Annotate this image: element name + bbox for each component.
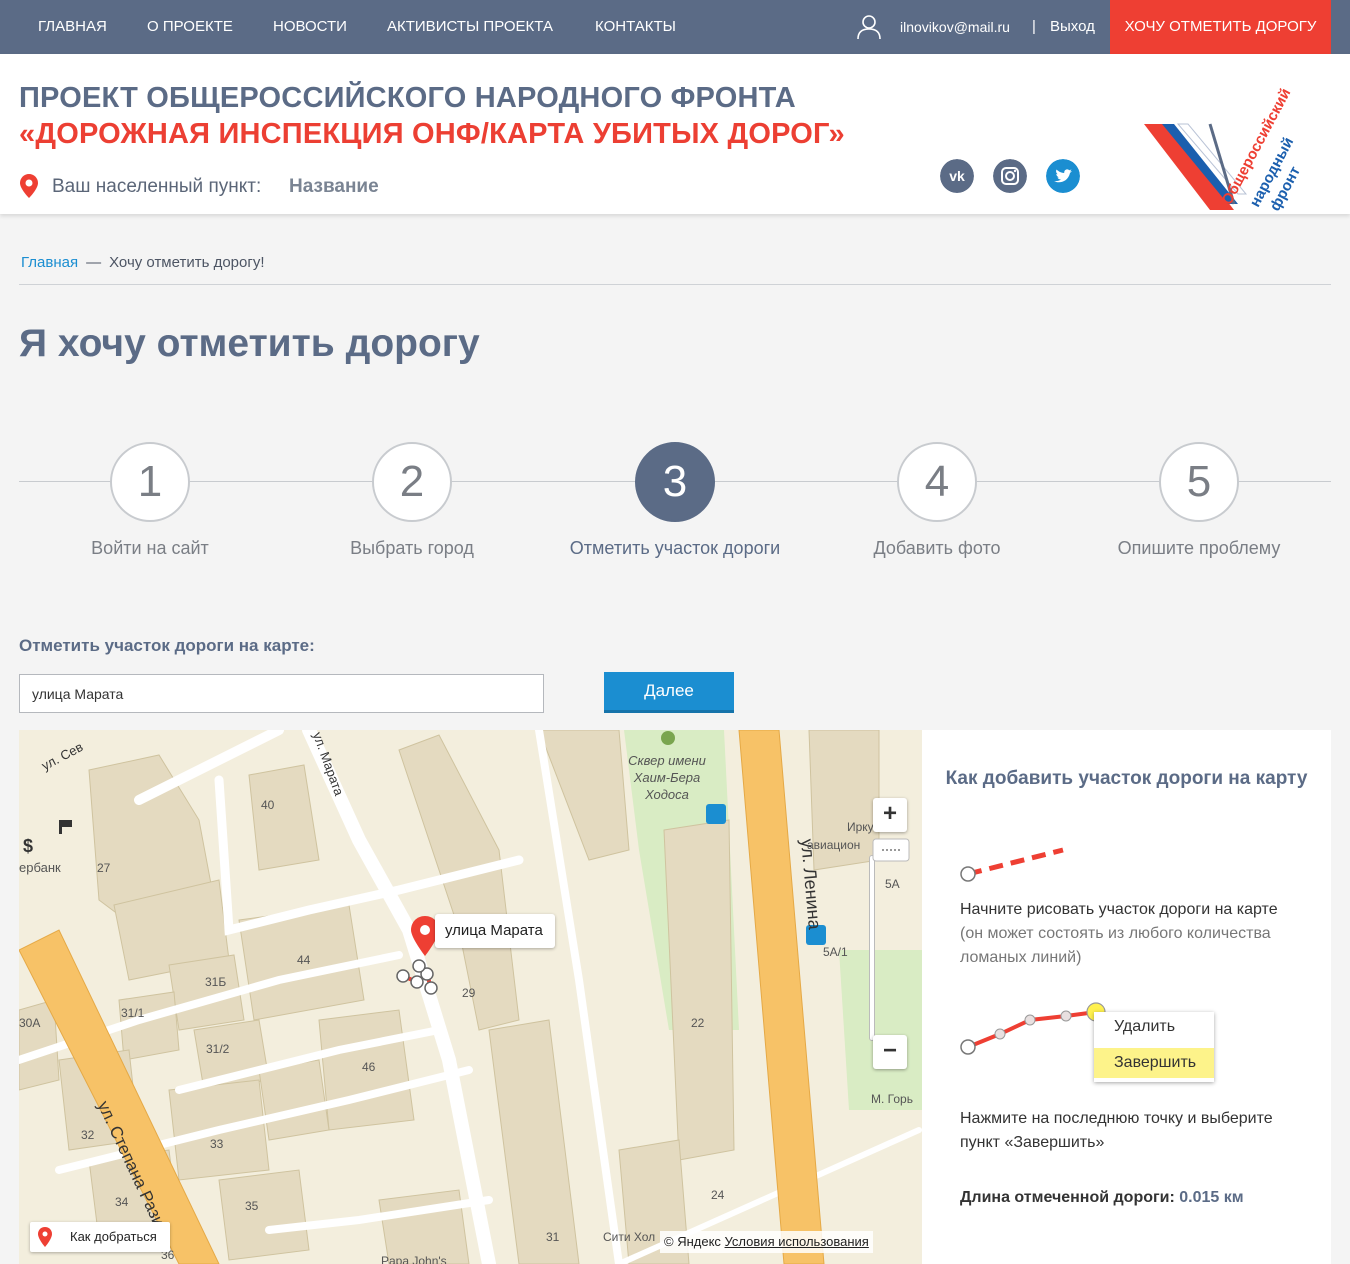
nav-separator: | [1032,18,1036,35]
dashed-line-illustration-icon [960,847,1064,882]
step-3-active[interactable]: 3 Отметить участок дороги [565,442,785,559]
help-text-step1: Начните рисовать участок дороги на карте… [960,898,1300,970]
map-label-gorky: М. Горь [871,1092,913,1106]
copyright-text: © Яндекс [664,1234,721,1249]
house-number: 35 [245,1199,259,1213]
onf-logo: Общероссийский народный фронт [1144,86,1304,214]
route-button-label: Как добраться [70,1229,157,1244]
road-length-value: 0.015 км [1179,1189,1244,1206]
house-number: 31/1 [121,1006,145,1020]
user-email[interactable]: ilnovikov@mail.ru [900,0,1010,54]
location-label: Ваш населенный пункт: [52,176,262,197]
map-label-sity: Сити Хол [603,1230,656,1244]
page-title: Я хочу отметить дорогу [19,322,480,365]
context-menu-illustration: Удалить Завершить [1094,1012,1214,1082]
step-number: 1 [110,442,190,522]
step-4[interactable]: 4 Добавить фото [827,442,1047,559]
breadcrumb-current: Хочу отметить дорогу! [109,254,265,271]
help-title: Как добавить участок дороги на карту [945,768,1308,789]
step-number: 5 [1159,442,1239,522]
map-label-avia: авиацион [807,838,861,852]
route-pin-icon [38,1227,52,1247]
map-label-irk: Ирку [847,820,874,834]
step-5[interactable]: 5 Опишите проблему [1089,442,1309,559]
context-menu-delete: Удалить [1114,1018,1176,1035]
help-text-step1-main: Начните рисовать участок дороги на карте [960,901,1278,918]
step-label: Выбрать город [350,538,474,558]
map-copyright: © Яндекс Условия использования [660,1231,873,1253]
zoom-out-button[interactable]: − [873,1035,907,1069]
house-number: 5А [885,877,900,891]
house-number: 40 [261,798,275,812]
nav-item-news[interactable]: Новости [273,0,347,54]
nav-item-home[interactable]: Главная [38,0,107,54]
nav-item-activists[interactable]: Активисты проекта [387,0,553,54]
top-navigation: Главная О проекте Новости Активисты прое… [0,0,1350,54]
polyline-illustration-icon [960,1002,1106,1055]
breadcrumb: Главная — Хочу отметить дорогу! [21,254,264,271]
location-selector[interactable]: Название [289,176,379,198]
breadcrumb-home-link[interactable]: Главная [21,254,78,271]
address-search-input[interactable] [19,674,544,713]
breadcrumb-dash: — [86,254,102,271]
instagram-icon[interactable] [993,159,1027,193]
vk-icon[interactable]: vk [940,159,974,193]
house-number: 30А [19,1016,41,1030]
logout-link[interactable]: Выход [1050,0,1095,54]
house-number: 46 [362,1060,376,1074]
step-label: Добавить фото [873,538,1001,558]
house-number: 31/2 [206,1042,230,1056]
terms-link[interactable]: Условия использования [725,1234,869,1249]
map-section-label: Отметить участок дороги на карте: [19,636,315,655]
location-pin-icon [20,174,38,198]
nav-item-about[interactable]: О проекте [147,0,233,54]
twitter-icon[interactable] [1046,159,1080,193]
house-number: 44 [297,953,311,967]
house-number: 33 [210,1137,224,1151]
help-sidebar: Как добавить участок дороги на карту Нач… [922,730,1331,1264]
next-button[interactable]: Далее [604,672,734,713]
road-length-label: Длина отмеченной дороги: [960,1189,1175,1206]
step-number: 2 [372,442,452,522]
svg-text:$: $ [23,836,33,856]
road-length: Длина отмеченной дороги: 0.015 км [960,1189,1244,1207]
step-number: 4 [897,442,977,522]
step-label: Войти на сайт [91,538,209,558]
zoom-slider-track[interactable] [869,855,875,1041]
user-icon [857,15,881,40]
house-number: 34 [115,1195,129,1209]
step-2[interactable]: 2 Выбрать город [302,442,522,559]
house-number: 29 [462,986,476,1000]
divider [19,284,1331,285]
step-label: Опишите проблему [1117,538,1281,558]
house-number: 24 [711,1188,725,1202]
mark-road-cta-button[interactable]: Хочу отметить дорогу [1110,0,1331,54]
help-text-step2: Нажмите на последнюю точку и выберите пу… [960,1110,1273,1151]
help-text-step1-note: (он может состоять из любого количества … [960,925,1271,966]
house-number: 31 [546,1230,560,1244]
zoom-in-button[interactable]: + [873,798,907,832]
yandex-map[interactable]: $ Сквер имени Хаим-Бера Ходоса ул. Ленин… [19,730,922,1264]
map-label-square: Сквер имени Хаим-Бера Ходоса [628,753,706,802]
map-label-papa: Papa John's [381,1254,447,1264]
house-number: 32 [81,1128,95,1142]
svg-text:vk: vk [949,168,965,184]
zoom-slider-handle[interactable] [872,838,910,862]
site-header: Проект Общероссийского народного фронта … [0,54,1350,214]
nav-item-contacts[interactable]: Контакты [595,0,676,54]
header-title-line2: «Дорожная инспекция ОНФ/Карта убитых дор… [19,118,845,150]
map-label-bank: ербанк [19,860,61,875]
route-button[interactable]: Как добраться [30,1222,170,1252]
house-number: 22 [691,1016,705,1030]
map-balloon-label[interactable]: улица Марата [435,914,555,948]
step-number: 3 [635,442,715,522]
header-title-line1: Проект Общероссийского народного фронта [19,82,796,114]
house-number: 27 [97,861,111,875]
step-label: Отметить участок дороги [569,538,781,558]
context-menu-finish: Завершить [1094,1048,1214,1078]
step-1[interactable]: 1 Войти на сайт [40,442,260,559]
house-number: 31Б [205,975,227,989]
house-number: 5А/1 [823,945,848,959]
